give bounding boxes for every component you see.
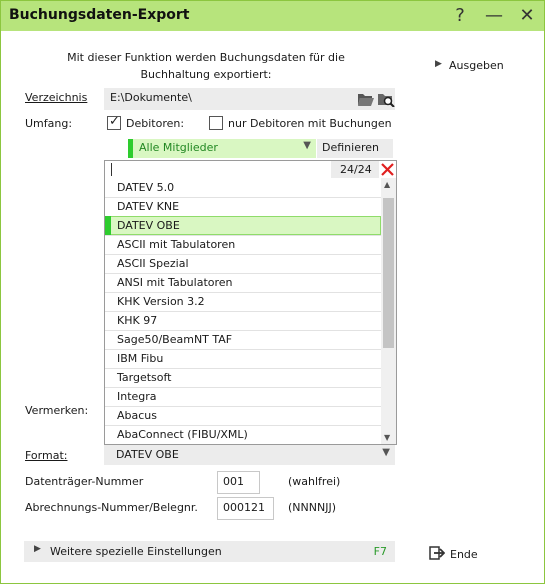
intro-line-1: Mit dieser Funktion werden Buchungsdaten… xyxy=(67,51,345,64)
format-value: DATEV OBE xyxy=(116,448,179,461)
dropdown-count-box: 24/24 xyxy=(331,161,379,178)
chevron-down-icon: ▼ xyxy=(303,140,311,151)
dropdown-separator xyxy=(105,368,381,369)
chevron-up-icon[interactable]: ▲ xyxy=(384,180,390,189)
nur-debitoren-label: nur Debitoren mit Buchungen xyxy=(228,117,392,130)
exit-icon xyxy=(429,546,445,560)
datentraeger-label: Datenträger-Nummer xyxy=(25,475,144,488)
debitoren-label: Debitoren: xyxy=(126,117,185,130)
vermerken-label: Vermerken: xyxy=(25,404,89,417)
abrechnung-input[interactable]: 000121 xyxy=(217,497,274,520)
dropdown-separator xyxy=(105,387,381,388)
nur-debitoren-checkbox[interactable] xyxy=(209,116,223,130)
datentraeger-input[interactable]: 001 xyxy=(217,471,260,494)
dropdown-separator xyxy=(105,273,381,274)
dropdown-separator xyxy=(105,235,381,236)
search-caret xyxy=(111,163,112,176)
close-icon[interactable]: ✕ xyxy=(515,5,539,27)
chevron-down-icon: ▼ xyxy=(382,447,390,458)
ende-button[interactable]: Ende xyxy=(450,548,478,561)
folder-search-icon[interactable] xyxy=(377,91,395,107)
title-bar: Buchungsdaten-Export ? — ✕ xyxy=(1,1,544,31)
dropdown-item[interactable]: DATEV 5.0 xyxy=(117,181,174,194)
chevron-right-icon: ▶ xyxy=(435,59,442,69)
definieren-button[interactable]: Definieren xyxy=(317,139,393,158)
member-select-value: Alle Mitglieder xyxy=(139,141,218,154)
minimize-icon[interactable]: — xyxy=(482,5,506,27)
advanced-shortcut: F7 xyxy=(373,545,387,558)
dropdown-separator xyxy=(105,425,381,426)
dropdown-item[interactable]: AbaConnect (FIBU/XML) xyxy=(117,428,248,441)
ausgeben-button[interactable]: Ausgeben xyxy=(449,59,504,72)
dropdown-item[interactable]: ANSI mit Tabulatoren xyxy=(117,276,233,289)
format-select[interactable]: DATEV OBE ▼ xyxy=(104,445,395,465)
help-icon[interactable]: ? xyxy=(448,5,472,27)
verzeichnis-input[interactable]: E:\Dokumente\ xyxy=(105,89,355,109)
dropdown-scrollbar[interactable]: ▲ ▼ xyxy=(381,178,396,444)
dropdown-separator xyxy=(105,254,381,255)
dropdown-separator xyxy=(105,444,381,445)
dropdown-item[interactable]: KHK Version 3.2 xyxy=(117,295,205,308)
verzeichnis-label: Verzeichnis xyxy=(25,91,88,104)
selected-row-marker xyxy=(105,216,111,235)
dropdown-separator xyxy=(105,197,381,198)
dropdown-item[interactable]: Abacus xyxy=(117,409,157,422)
dropdown-item[interactable]: KHK 97 xyxy=(117,314,157,327)
debitoren-checkbox[interactable] xyxy=(107,114,121,130)
dropdown-search-row: 24/24 xyxy=(105,161,396,178)
folder-open-icon[interactable] xyxy=(357,91,375,107)
chevron-right-icon: ▶ xyxy=(34,544,41,554)
export-window: Buchungsdaten-Export ? — ✕ Mit dieser Fu… xyxy=(0,0,545,584)
abrechnung-label: Abrechnungs-Nummer/Belegnr. xyxy=(25,501,198,514)
intro-line-2: Buchhaltung exportiert: xyxy=(140,68,272,81)
dropdown-item[interactable]: IBM Fibu xyxy=(117,352,163,365)
abrechnung-hint: (NNNNJJ) xyxy=(288,501,336,514)
dropdown-item[interactable]: DATEV OBE xyxy=(117,219,180,232)
close-icon[interactable] xyxy=(380,162,395,177)
member-select[interactable]: Alle Mitglieder ▼ xyxy=(133,139,316,158)
dropdown-item[interactable]: Targetsoft xyxy=(117,371,171,384)
datentraeger-hint: (wahlfrei) xyxy=(288,475,341,488)
dropdown-separator xyxy=(105,349,381,350)
advanced-settings-label: Weitere spezielle Einstellungen xyxy=(50,545,222,558)
dropdown-separator xyxy=(105,330,381,331)
dropdown-separator xyxy=(105,292,381,293)
dropdown-separator xyxy=(105,406,381,407)
chevron-down-icon[interactable]: ▼ xyxy=(384,433,390,442)
dropdown-count: 24/24 xyxy=(340,163,372,176)
dropdown-item[interactable]: ASCII Spezial xyxy=(117,257,189,270)
dropdown-item[interactable]: Sage50/BeamNT TAF xyxy=(117,333,232,346)
window-title: Buchungsdaten-Export xyxy=(9,7,190,23)
dropdown-item[interactable]: ASCII mit Tabulatoren xyxy=(117,238,235,251)
dropdown-item[interactable]: DATEV KNE xyxy=(117,200,179,213)
dropdown-separator xyxy=(105,311,381,312)
advanced-settings-bar[interactable]: ▶ Weitere spezielle Einstellungen F7 xyxy=(24,541,395,562)
definieren-label: Definieren xyxy=(322,141,379,154)
umfang-label: Umfang: xyxy=(25,117,73,130)
dropdown-item[interactable]: Integra xyxy=(117,390,157,403)
format-dropdown-list[interactable]: 24/24 DATEV 5.0 DATEV KNE DATEV OBE ASCII m… xyxy=(104,160,397,445)
scrollbar-thumb[interactable] xyxy=(383,198,394,348)
format-label: Format: xyxy=(25,449,68,462)
